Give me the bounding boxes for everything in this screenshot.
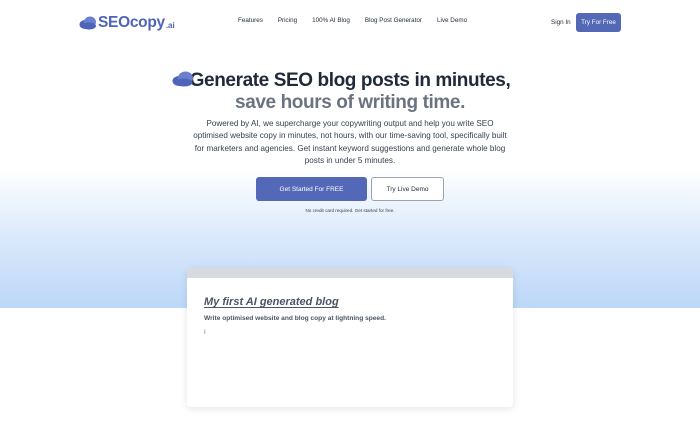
nav-ai-blog[interactable]: 100% AI Blog [312,17,350,24]
get-started-button[interactable]: Get Started For FREE [256,177,367,201]
logo-suffix: .ai [165,21,175,30]
main-nav: Features Pricing 100% AI Blog Blog Post … [238,17,467,24]
demo-editor-card: My first AI generated blog Write optimis… [187,268,513,407]
top-navbar: SEOcopy .ai Features Pricing 100% AI Blo… [0,0,700,44]
cloud-logo-icon [79,16,96,30]
demo-typing-text: I [204,330,206,336]
nav-blog-post-generator[interactable]: Blog Post Generator [365,17,422,24]
nav-pricing[interactable]: Pricing [278,17,297,24]
no-credit-card-note: No credit card required. Get started for… [305,208,395,213]
nav-live-demo[interactable]: Live Demo [437,17,467,24]
logo-text: SEOcopy [98,14,165,31]
hero-section: Generate SEO blog posts in minutes, save… [0,70,700,167]
demo-blog-subtitle: Write optimised website and blog copy at… [204,315,386,322]
title-line-2: save hours of writing time. [235,92,465,113]
page-title: Generate SEO blog posts in minutes, save… [172,70,511,114]
try-live-demo-button[interactable]: Try Live Demo [371,177,444,201]
logo[interactable]: SEOcopy .ai [79,13,175,33]
cta-row: Get Started For FREE Try Live Demo [0,177,700,201]
nav-features[interactable]: Features [238,17,263,24]
try-for-free-button[interactable]: Try For Free [576,13,621,32]
title-line-1: Generate SEO blog posts in minutes, [189,70,511,91]
demo-blog-title: My first AI generated blog [204,296,339,308]
card-title-bar [187,268,513,278]
cloud-icon [172,71,193,87]
hero-description: Powered by AI, we supercharge your copyw… [193,119,507,165]
signin-link[interactable]: Sign In [551,19,571,26]
